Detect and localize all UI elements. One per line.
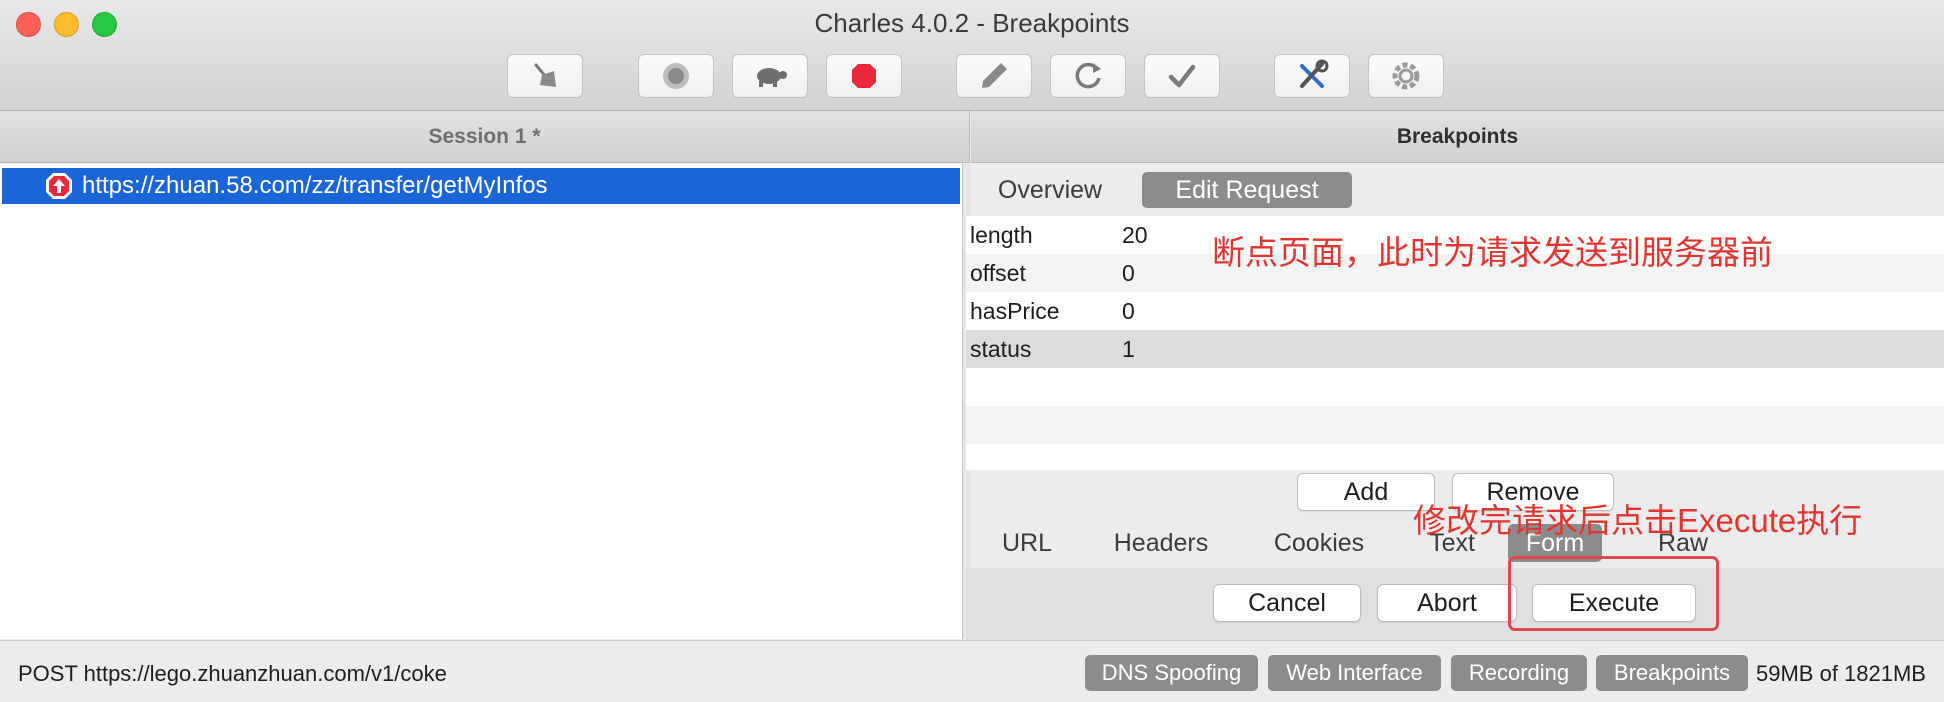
param-name: length [970, 221, 1033, 248]
compose-button[interactable] [956, 54, 1032, 98]
tab-overview[interactable]: Overview [990, 172, 1110, 208]
tree-row-selected[interactable]: https://zhuan.58.com/zz/transfer/getMyIn… [2, 168, 960, 204]
annotation-breakpoint-note: 断点页面，此时为请求发送到服务器前 [1212, 234, 1773, 271]
param-name: status [970, 335, 1032, 362]
status-text: POST https://lego.zhuanzhuan.com/v1/coke [18, 661, 447, 686]
settings-button[interactable] [1368, 54, 1444, 98]
memory-usage: 59MB of 1821MB [1756, 661, 1926, 686]
tab-edit-request[interactable]: Edit Request [1142, 172, 1352, 208]
repeat-button[interactable] [1050, 54, 1126, 98]
tools-icon [1300, 59, 1329, 88]
tools-button[interactable] [1274, 54, 1350, 98]
param-value[interactable]: 0 [1122, 298, 1135, 325]
param-name: offset [970, 259, 1026, 286]
annotation-execute-note: 修改完请求后点击Execute执行 [1413, 502, 1863, 539]
cancel-button[interactable]: Cancel [1213, 584, 1361, 622]
dns-spoofing-button[interactable]: DNS Spoofing [1085, 655, 1258, 691]
session-tree[interactable]: https://zhuan.58.com/zz/transfer/getMyIn… [0, 164, 963, 639]
throttle-button[interactable] [732, 54, 808, 98]
title-bar: Charles 4.0.2 - Breakpoints [0, 0, 1944, 111]
record-button[interactable] [638, 54, 714, 98]
table-row[interactable]: hasPrice 0 [966, 292, 1944, 330]
breakpoints-header: Breakpoints [971, 111, 1944, 163]
recording-button[interactable]: Recording [1451, 655, 1587, 691]
tab-cookies[interactable]: Cookies [1262, 524, 1376, 562]
table-row-empty [966, 368, 1944, 406]
abort-button[interactable]: Abort [1377, 584, 1517, 622]
refresh-icon [1075, 62, 1101, 89]
stop-sign-icon [852, 64, 876, 88]
turtle-icon [757, 68, 787, 87]
param-name: hasPrice [970, 297, 1060, 324]
session-header[interactable]: Session 1 * [0, 111, 970, 163]
clear-session-button[interactable] [507, 54, 583, 98]
param-value[interactable]: 1 [1122, 336, 1135, 363]
breakpoints-button[interactable]: Breakpoints [1596, 655, 1748, 691]
pen-icon [982, 63, 1007, 88]
validate-button[interactable] [1144, 54, 1220, 98]
breakpoints-toggle-button[interactable] [826, 54, 902, 98]
execute-highlight-box [1508, 556, 1719, 631]
gear-icon [1392, 62, 1420, 90]
param-value[interactable]: 0 [1122, 260, 1135, 287]
tab-url[interactable]: URL [988, 524, 1066, 562]
broom-icon [534, 63, 556, 87]
param-value[interactable]: 20 [1122, 222, 1148, 249]
table-row[interactable]: status 1 [966, 330, 1944, 368]
record-icon [663, 63, 689, 89]
request-url: https://zhuan.58.com/zz/transfer/getMyIn… [82, 172, 548, 199]
table-row-empty [966, 406, 1944, 444]
window-title: Charles 4.0.2 - Breakpoints [814, 8, 1130, 38]
tab-headers[interactable]: Headers [1102, 524, 1220, 562]
web-interface-button[interactable]: Web Interface [1268, 655, 1441, 691]
breakpoint-up-icon [46, 173, 72, 199]
charles-window: Charles 4.0.2 - Breakpoints Session 1 * … [0, 0, 1944, 702]
checkmark-icon [1168, 64, 1196, 88]
